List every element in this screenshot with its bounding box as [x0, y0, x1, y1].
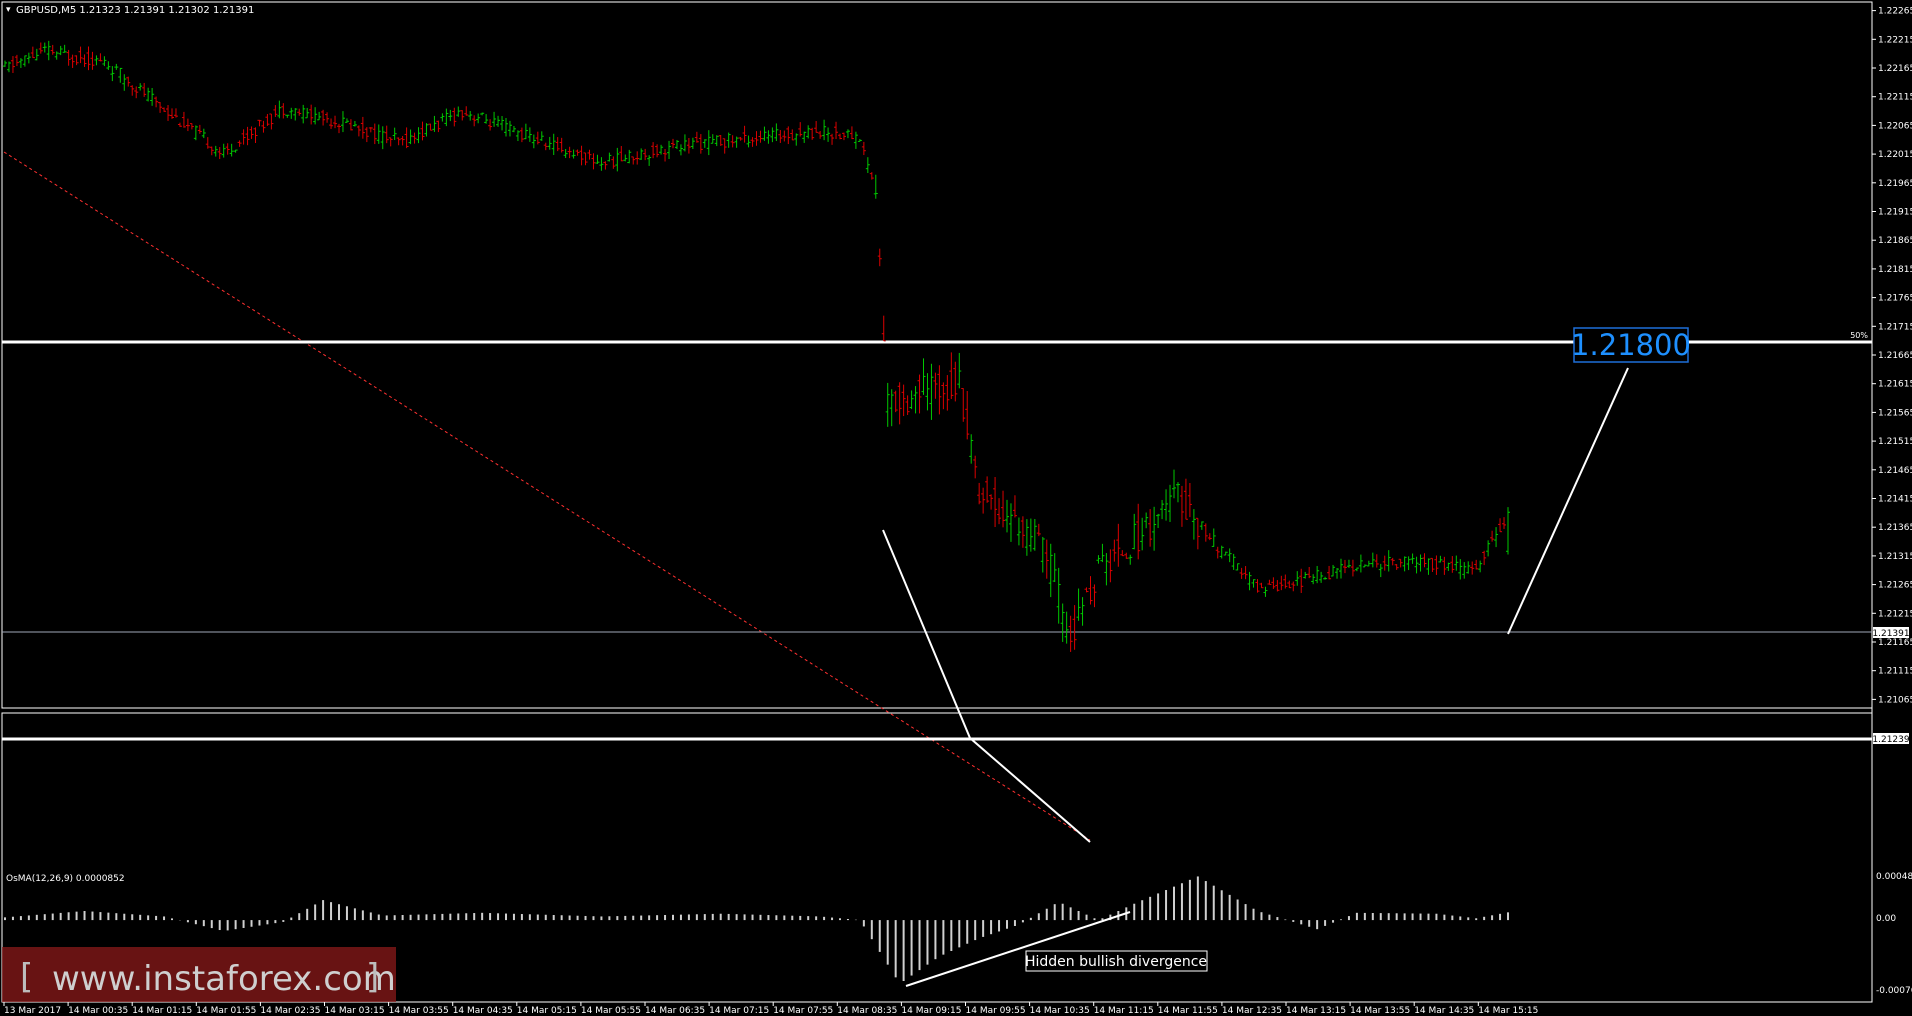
time-tick-label: 14 Mar 09:55: [966, 1006, 1026, 1016]
time-tick-label: 14 Mar 02:35: [260, 1006, 320, 1016]
time-tick-label: 14 Mar 05:15: [517, 1006, 577, 1016]
watermark-text: www.instaforex.com: [52, 959, 396, 999]
price-tick-label: 1.22265: [1878, 7, 1912, 17]
price-tick-label: 1.21715: [1878, 322, 1912, 332]
time-tick-label: 14 Mar 07:15: [709, 1006, 769, 1016]
time-tick-label: 14 Mar 01:55: [196, 1006, 256, 1016]
time-tick-label: 14 Mar 01:15: [132, 1006, 192, 1016]
support-price-badge-text: 1.21239: [1872, 735, 1909, 745]
price-tick-label: 1.21765: [1878, 294, 1912, 304]
price-tick-label: 1.22165: [1878, 64, 1912, 74]
osma-axis-zero: 0.00: [1876, 914, 1896, 924]
time-tick-label: 14 Mar 03:15: [325, 1006, 385, 1016]
price-tick-label: 1.22115: [1878, 93, 1912, 103]
price-tick-label: 1.21315: [1878, 552, 1912, 562]
chevron-down-icon[interactable]: ▾: [6, 5, 11, 15]
price-tick-label: 1.21565: [1878, 408, 1912, 418]
price-tick-label: 1.21415: [1878, 494, 1912, 504]
price-tick-label: 1.21815: [1878, 265, 1912, 275]
price-tick-label: 1.21615: [1878, 380, 1912, 390]
time-tick-label: 14 Mar 11:15: [1094, 1006, 1154, 1016]
time-tick-label: 14 Mar 14:35: [1414, 1006, 1474, 1016]
price-tick-label: 1.21965: [1878, 179, 1912, 189]
time-tick-label: 14 Mar 13:55: [1350, 1006, 1410, 1016]
current-price-badge-text: 1.21391: [1872, 629, 1909, 639]
price-tick-label: 1.22065: [1878, 121, 1912, 131]
time-tick-label: 14 Mar 10:35: [1030, 1006, 1090, 1016]
price-tick-label: 1.21865: [1878, 236, 1912, 246]
price-tick-label: 1.21665: [1878, 351, 1912, 361]
time-tick-label: 14 Mar 06:35: [645, 1006, 705, 1016]
price-tick-label: 1.21515: [1878, 437, 1912, 447]
target-level-label: 1.21800: [1571, 328, 1691, 362]
time-tick-label: 14 Mar 12:35: [1222, 1006, 1282, 1016]
indicator-label: OsMA(12,26,9) 0.0000852: [6, 874, 125, 884]
time-tick-label: 14 Mar 00:35: [68, 1006, 128, 1016]
time-tick-label: 14 Mar 11:55: [1158, 1006, 1218, 1016]
watermark-bracket-right: ]: [366, 957, 379, 997]
price-tick-label: 1.21265: [1878, 581, 1912, 591]
time-axis: 13 Mar 2017 14 Mar 00:35 14 Mar 01:15 14 Ma…: [3, 1002, 1538, 1016]
time-tick-label: 13 Mar 2017: [4, 1006, 61, 1016]
time-tick-label: 14 Mar 08:35: [837, 1006, 897, 1016]
time-tick-label: 14 Mar 09:15: [901, 1006, 961, 1016]
price-axis: 1.22265 1.22215 1.22165 1.22115 1.22065 1.220…: [1872, 7, 1912, 705]
divergence-label: Hidden bullish divergence: [1025, 954, 1207, 970]
time-tick-label: 14 Mar 07:55: [773, 1006, 833, 1016]
osma-axis-bottom: -0.000769: [1876, 986, 1912, 996]
time-tick-label: 14 Mar 05:55: [581, 1006, 641, 1016]
time-tick-label: 14 Mar 04:35: [453, 1006, 513, 1016]
time-tick-label: 14 Mar 03:55: [389, 1006, 449, 1016]
price-tick-label: 1.21915: [1878, 208, 1912, 218]
time-tick-label: 14 Mar 15:15: [1478, 1006, 1538, 1016]
trading-chart: 1.22265 1.22215 1.22165 1.22115 1.22065 1.220…: [1, 1, 1912, 1016]
price-tick-label: 1.22215: [1878, 35, 1912, 45]
price-tick-label: 1.21365: [1878, 523, 1912, 533]
osma-axis-top: 0.000485: [1876, 872, 1912, 882]
price-tick-label: 1.21115: [1878, 667, 1912, 677]
time-tick-label: 14 Mar 13:15: [1286, 1006, 1346, 1016]
price-tick-label: 1.21215: [1878, 609, 1912, 619]
symbol-header: GBPUSD,M5 1.21323 1.21391 1.21302 1.2139…: [16, 5, 254, 16]
price-tick-label: 1.21465: [1878, 466, 1912, 476]
price-tick-label: 1.21065: [1878, 695, 1912, 705]
price-tick-label: 1.22015: [1878, 150, 1912, 160]
price-tick-label: 1.21165: [1878, 638, 1912, 648]
fifty-percent-label: 50%: [1850, 331, 1868, 340]
watermark-bracket-left: [: [20, 957, 33, 997]
